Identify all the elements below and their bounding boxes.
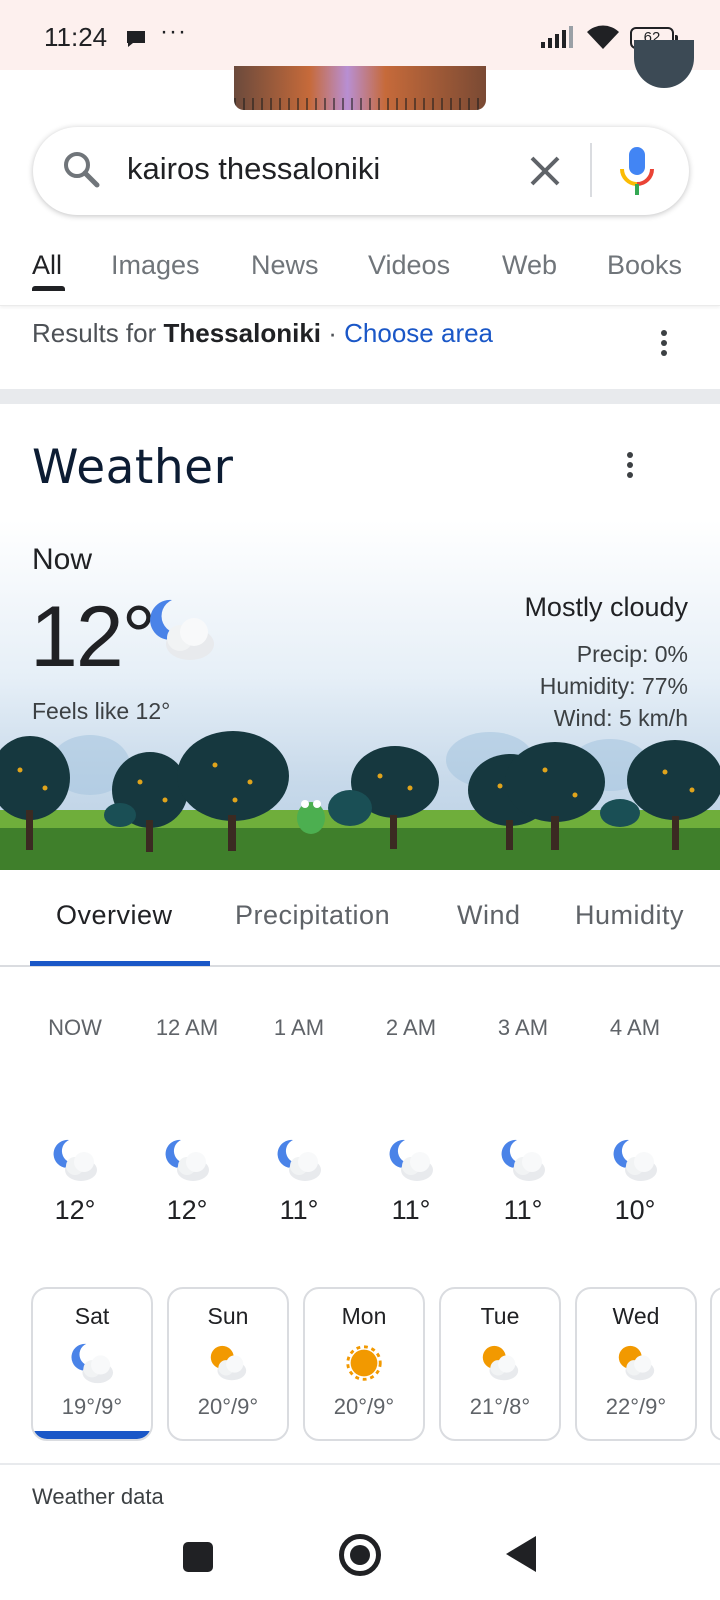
hour-temperature: 11° xyxy=(279,1195,319,1225)
clear-icon[interactable] xyxy=(523,149,567,193)
moon-cloud-icon xyxy=(389,1139,433,1181)
weather-tabs: Overview Precipitation Wind Humidity xyxy=(0,870,720,967)
status-bar: 11:24 ··· 62 xyxy=(0,0,720,70)
humidity-text: Humidity: 77% xyxy=(539,673,688,699)
home-button[interactable] xyxy=(339,1534,381,1576)
next-day-card-partial[interactable] xyxy=(710,1287,720,1441)
section-divider xyxy=(0,389,720,404)
sun-icon xyxy=(346,1345,382,1381)
location-more-icon[interactable] xyxy=(660,330,668,360)
recents-button[interactable] xyxy=(183,1542,213,1572)
back-button[interactable] xyxy=(506,1536,536,1572)
day-name: Mon xyxy=(341,1303,387,1329)
hour-temperature: 11° xyxy=(503,1195,543,1225)
tab-news[interactable]: News xyxy=(251,250,319,281)
hourly-item: NOW 12° xyxy=(20,1015,130,1225)
day-temperature-range: 22°/9° xyxy=(605,1394,667,1419)
hourly-item: 12 AM 12° xyxy=(132,1015,242,1225)
tab-wind[interactable]: Wind xyxy=(457,900,521,931)
weather-data-label: Weather data xyxy=(32,1484,164,1506)
sun-cloud-icon xyxy=(482,1345,519,1381)
hour-label: 3 AM xyxy=(497,1015,549,1040)
search-tabs: All Images News Videos Web Books xyxy=(0,246,720,306)
results-place: Thessaloniki xyxy=(163,318,322,348)
day-card[interactable]: Sun 20°/9° xyxy=(167,1287,289,1441)
moon-cloud-icon xyxy=(277,1139,321,1181)
search-input[interactable] xyxy=(127,151,507,187)
google-doodle[interactable] xyxy=(234,66,486,110)
feels-like: Feels like 12° xyxy=(32,698,171,724)
tab-web[interactable]: Web xyxy=(502,250,557,281)
day-card[interactable]: Sat 19°/9° xyxy=(31,1287,153,1441)
wifi-icon xyxy=(587,25,619,49)
hour-temperature: 11° xyxy=(391,1195,431,1225)
day-name: Sun xyxy=(207,1303,249,1329)
hour-label: 1 AM xyxy=(273,1015,325,1040)
hour-label: 12 AM xyxy=(155,1015,219,1040)
day-card[interactable]: Mon 20°/9° xyxy=(303,1287,425,1441)
choose-area-link[interactable]: Choose area xyxy=(344,318,493,348)
tab-videos[interactable]: Videos xyxy=(368,250,450,281)
moon-cloud-icon xyxy=(501,1139,545,1181)
moon-cloud-icon xyxy=(53,1139,97,1181)
day-temperature-range: 20°/9° xyxy=(333,1394,395,1419)
weather-title: Weather xyxy=(32,440,234,495)
tab-overview[interactable]: Overview xyxy=(56,900,173,931)
hour-temperature: 12° xyxy=(166,1195,208,1225)
hour-label: NOW xyxy=(48,1015,102,1040)
tab-books[interactable]: Books xyxy=(607,250,682,281)
search-box xyxy=(33,127,689,215)
hourly-item: 1 AM 11° xyxy=(244,1015,354,1225)
signal-icon xyxy=(541,26,573,48)
hourly-item: 4 AM 10° xyxy=(580,1015,690,1225)
search-icon[interactable] xyxy=(61,149,103,191)
results-separator: · xyxy=(328,318,337,348)
hour-label: 4 AM xyxy=(609,1015,661,1040)
moon-cloud-icon xyxy=(613,1139,657,1181)
hour-label: 2 AM xyxy=(385,1015,437,1040)
more-notifications-icon: ··· xyxy=(160,18,187,45)
condition-text: Mostly cloudy xyxy=(524,592,688,622)
search-divider xyxy=(590,143,592,197)
location-row: Results for Thessaloniki · Choose area xyxy=(32,318,493,349)
weather-tab-indicator xyxy=(30,961,210,966)
day-temperature-range: 21°/8° xyxy=(469,1394,531,1419)
moon-cloud-icon xyxy=(150,599,214,660)
status-time: 11:24 xyxy=(44,22,108,52)
moon-cloud-icon xyxy=(71,1343,114,1384)
day-temperature-range: 19°/9° xyxy=(61,1394,123,1419)
day-card[interactable]: Tue 21°/8° xyxy=(439,1287,561,1441)
day-name: Tue xyxy=(480,1303,520,1329)
chat-bubble-icon xyxy=(127,31,145,47)
navigation-bar xyxy=(0,1512,720,1600)
current-temperature: 12° xyxy=(30,589,156,685)
tab-humidity[interactable]: Humidity xyxy=(575,900,684,931)
day-temperature-range: 20°/9° xyxy=(197,1394,259,1419)
day-card[interactable]: Wed 22°/9° xyxy=(575,1287,697,1441)
tab-images[interactable]: Images xyxy=(111,250,200,281)
hourly-item: 3 AM 11° xyxy=(468,1015,578,1225)
active-tab-indicator xyxy=(32,286,65,291)
precip-text: Precip: 0% xyxy=(576,641,688,667)
results-prefix: Results for xyxy=(32,318,157,348)
microphone-icon[interactable] xyxy=(619,145,655,197)
now-label: Now xyxy=(32,543,93,576)
tab-precipitation[interactable]: Precipitation xyxy=(235,900,390,931)
hour-temperature: 10° xyxy=(614,1195,656,1225)
sun-cloud-icon xyxy=(618,1345,655,1381)
wind-text: Wind: 5 km/h xyxy=(553,705,688,731)
sun-cloud-icon xyxy=(210,1345,247,1381)
day-name: Sat xyxy=(74,1303,110,1329)
account-avatar[interactable] xyxy=(634,40,694,88)
hour-temperature: 12° xyxy=(54,1195,96,1225)
hourly-item: 2 AM 11° xyxy=(356,1015,466,1225)
moon-cloud-icon xyxy=(165,1139,209,1181)
footer-divider xyxy=(0,1463,720,1465)
tab-all[interactable]: All xyxy=(32,250,62,281)
day-name: Wed xyxy=(612,1303,660,1329)
weather-more-icon[interactable] xyxy=(626,452,634,482)
